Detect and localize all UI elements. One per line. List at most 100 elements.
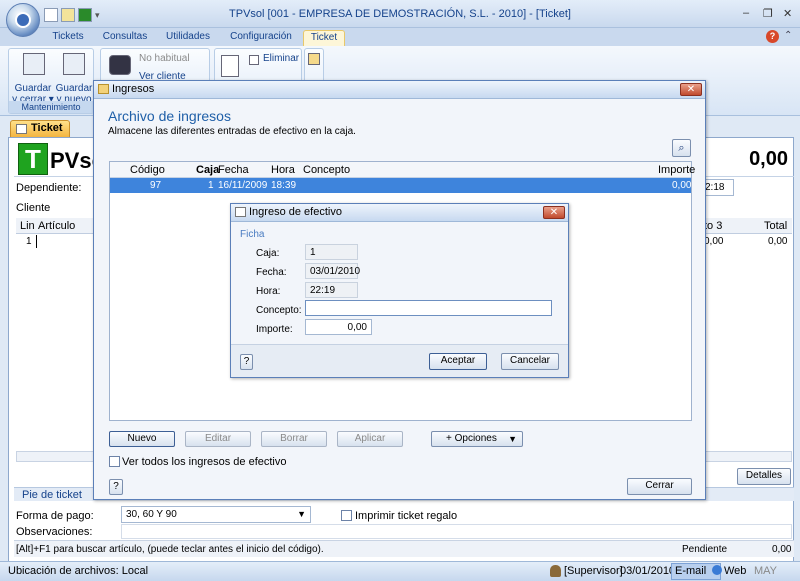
- may-indicator: MAY: [754, 565, 778, 577]
- importe-label: Importe:: [256, 324, 293, 335]
- opciones-button[interactable]: + Opciones ▼: [431, 431, 523, 447]
- ver-todos-label: Ver todos los ingresos de efectivo: [122, 456, 287, 468]
- ingresos-close-button[interactable]: ✕: [680, 83, 702, 96]
- observaciones-field[interactable]: [121, 524, 792, 539]
- chevron-down-icon: ▼: [508, 434, 517, 444]
- opciones-label: + Opciones: [446, 433, 497, 444]
- col-lin: Lin: [20, 220, 35, 232]
- chevron-down-icon: ▼: [297, 509, 306, 519]
- caja-label: Caja:: [256, 248, 280, 259]
- borrar-button[interactable]: Borrar: [261, 431, 327, 447]
- folder-icon: [98, 84, 109, 94]
- tab-tickets[interactable]: Tickets: [46, 30, 90, 46]
- ticket-tab-icon: [16, 124, 27, 134]
- concepto-label: Concepto:: [256, 305, 302, 316]
- quick-access-toolbar: ▾: [44, 7, 100, 23]
- row-dto3: 0,00: [704, 236, 724, 247]
- cell-importe: 0,00: [672, 180, 692, 191]
- status-user: [Supervisor]: [564, 565, 623, 577]
- eliminar-button[interactable]: Eliminar: [263, 53, 299, 64]
- qat-dropdown-icon[interactable]: ▾: [95, 10, 100, 21]
- hora-field: 22:19: [305, 282, 358, 298]
- tab-consultas[interactable]: Consultas: [98, 30, 152, 46]
- minimize-button[interactable]: –: [743, 7, 749, 19]
- fecha-label: Fecha:: [256, 267, 287, 278]
- forma-pago-label: Forma de pago:: [16, 510, 94, 522]
- ingresos-heading: Archivo de ingresos: [108, 108, 231, 124]
- search-icon[interactable]: ⌕: [672, 139, 691, 157]
- save-new-icon: [63, 53, 85, 75]
- app-window: TPVsol [001 - EMPRESA DE DEMOSTRACIÓN, S…: [0, 0, 800, 581]
- forma-pago-value: 30, 60 Y 90: [126, 509, 177, 520]
- ticket-doc-tab[interactable]: Ticket: [10, 120, 70, 137]
- note-icon[interactable]: [308, 53, 320, 65]
- cell-fecha: 16/11/2009: [218, 180, 268, 191]
- efectivo-titlebar: Ingreso de efectivo: [231, 204, 568, 222]
- binoculars-icon[interactable]: [109, 55, 131, 75]
- pie-ticket-tab[interactable]: Pie de ticket: [22, 489, 82, 501]
- tab-configuracion[interactable]: Configuración: [224, 30, 298, 46]
- caja-field: 1: [305, 244, 358, 260]
- ribbon-group-mantenimiento: Guardar y cerrar ▾ Guardar y nuevo Mante…: [8, 48, 94, 114]
- row-num: 1: [26, 236, 32, 247]
- col-caja: Caja: [196, 164, 220, 176]
- tpv-icon[interactable]: [78, 8, 92, 22]
- help-icon[interactable]: ?: [766, 30, 779, 43]
- pendiente-label: Pendiente: [682, 544, 728, 555]
- status-date: 03/01/2010: [620, 565, 676, 577]
- cerrar-button[interactable]: Cerrar: [627, 478, 692, 495]
- hint-bar: [Alt]+F1 para buscar artículo, (puede te…: [14, 540, 794, 557]
- ticket-total: 0,00: [749, 148, 788, 170]
- restore-button[interactable]: ❐: [763, 7, 773, 20]
- close-button[interactable]: ✕: [783, 7, 792, 20]
- no-habitual-button[interactable]: No habitual: [139, 53, 190, 64]
- tab-utilidades[interactable]: Utilidades: [160, 30, 216, 46]
- efectivo-dialog: Ingreso de efectivo ✕ Ficha Caja: 1 Fech…: [230, 203, 569, 378]
- efectivo-close-button[interactable]: ✕: [543, 206, 565, 219]
- cell-caja: 1: [208, 180, 214, 191]
- col-importe: Importe: [658, 164, 696, 176]
- table-row[interactable]: 97 1 16/11/2009 18:39 0,00: [110, 178, 691, 193]
- col-articulo: Artículo: [38, 220, 76, 232]
- group-label: Mantenimiento: [9, 101, 93, 113]
- dependiente-label: Dependiente:: [16, 182, 82, 194]
- hint-text: [Alt]+F1 para buscar artículo, (puede te…: [16, 544, 324, 555]
- aplicar-button[interactable]: Aplicar: [337, 431, 403, 447]
- aceptar-button[interactable]: Aceptar: [429, 353, 487, 370]
- forma-pago-select[interactable]: 30, 60 Y 90 ▼: [121, 506, 311, 523]
- ingresos-help-button[interactable]: ?: [109, 479, 123, 495]
- col-total: Total: [764, 220, 788, 232]
- hora-label: Hora:: [256, 286, 281, 297]
- ficha-section: Ficha: [240, 229, 265, 240]
- ribbon-minimize-icon[interactable]: ⌃: [784, 30, 792, 41]
- web-text[interactable]: Web: [724, 565, 746, 577]
- status-bar: Ubicación de archivos: Local [Supervisor…: [0, 561, 800, 581]
- concepto-input[interactable]: [305, 300, 552, 316]
- cell-hora: 18:39: [271, 180, 297, 191]
- ticket-tab-label: Ticket: [31, 122, 63, 134]
- document-icon[interactable]: [221, 55, 239, 77]
- orb-logo-icon: [15, 12, 31, 28]
- edit-icon: [235, 207, 246, 217]
- ingresos-title: Ingresos: [112, 83, 155, 95]
- efectivo-title: Ingreso de efectivo: [249, 206, 342, 218]
- app-menu-button[interactable]: [6, 3, 40, 37]
- folder-icon[interactable]: [61, 8, 75, 22]
- ver-todos-checkbox[interactable]: [109, 456, 120, 467]
- editar-button[interactable]: Editar: [185, 431, 251, 447]
- importe-input[interactable]: 0,00: [305, 319, 372, 335]
- nuevo-button[interactable]: Nuevo: [109, 431, 175, 447]
- new-doc-icon[interactable]: [44, 8, 58, 22]
- ubicacion-text: Ubicación de archivos: Local: [8, 565, 149, 577]
- window-title: TPVsol [001 - EMPRESA DE DEMOSTRACIÓN, S…: [229, 8, 571, 20]
- title-bar: TPVsol [001 - EMPRESA DE DEMOSTRACIÓN, S…: [0, 0, 800, 28]
- imprimir-regalo-checkbox[interactable]: [341, 510, 352, 521]
- ingresos-titlebar: Ingresos: [94, 81, 705, 99]
- save-close-icon: [23, 53, 45, 75]
- col-hora: Hora: [271, 164, 295, 176]
- cancelar-button[interactable]: Cancelar: [501, 353, 559, 370]
- detalles-button[interactable]: Detalles: [737, 468, 791, 485]
- ingresos-grid-header: Código Caja Fecha Hora Concepto Importe: [110, 162, 695, 178]
- tab-ticket[interactable]: Ticket: [303, 30, 345, 46]
- efectivo-help-button[interactable]: ?: [240, 354, 253, 370]
